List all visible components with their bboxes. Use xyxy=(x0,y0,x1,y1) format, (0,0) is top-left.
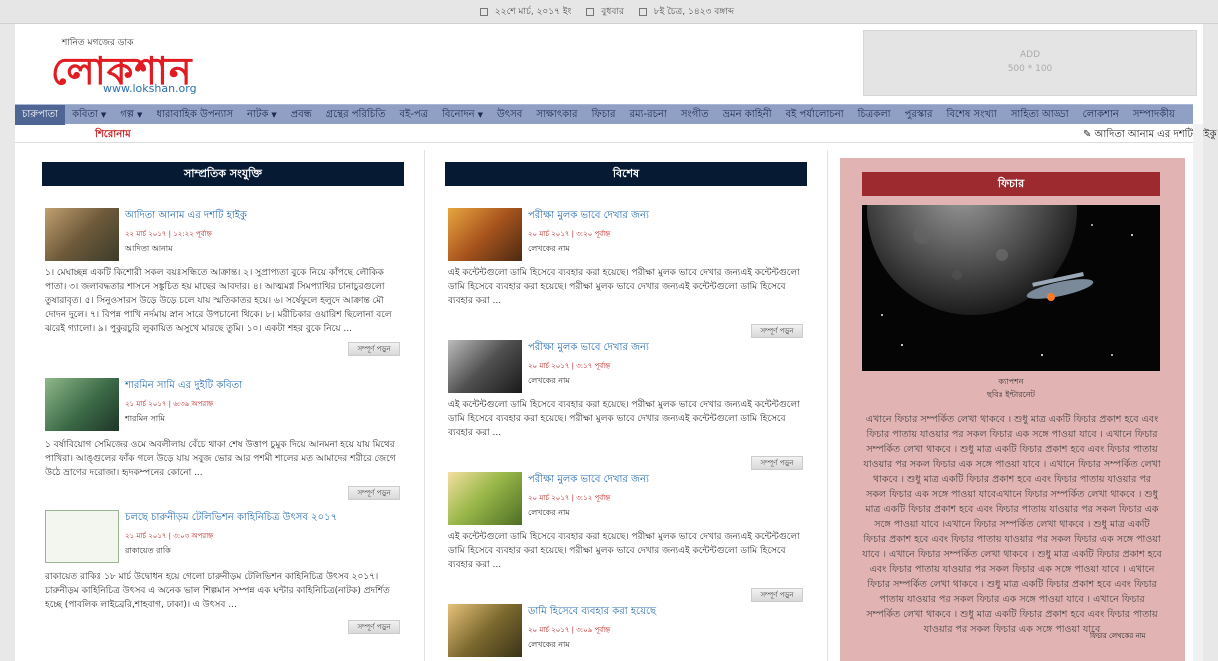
feature-body: এখানে ফিচার সম্পর্কিত লেখা থাকবে । শুধু … xyxy=(862,414,1162,635)
article-author: লেখকের নাম xyxy=(528,244,570,253)
feature-image[interactable] xyxy=(862,205,1160,371)
space-illustration xyxy=(862,205,1160,371)
article-thumbnail[interactable] xyxy=(448,604,522,657)
article-thumbnail[interactable] xyxy=(45,378,119,431)
nav-item[interactable]: গ্রন্থের পরিচিতি xyxy=(319,105,393,125)
article-date: ২১ মার্চ ২০১৭ | ৩:০৩ অপরাহ্ন xyxy=(125,532,214,540)
read-more-button[interactable]: সম্পূর্ণ পড়ুন xyxy=(348,342,400,356)
calendar-icon xyxy=(479,7,488,16)
recent-heading: সাম্প্রতিক সংযুক্তি xyxy=(42,162,404,186)
article-title[interactable]: শারমিন সামি এর দুইটি কবিতা xyxy=(125,378,242,395)
article-title[interactable]: ডামি হিসেবে ব্যবহার করা হয়েছে xyxy=(528,604,656,621)
nav-item[interactable]: সাক্ষাৎকার xyxy=(529,105,584,125)
column-divider xyxy=(424,150,425,661)
read-more-button[interactable]: সম্পূর্ণ পড়ুন xyxy=(751,456,803,470)
article-author: আদিতা আনাম xyxy=(125,244,173,253)
article-thumbnail[interactable] xyxy=(45,208,119,261)
nav-item[interactable]: ধারাবাহিক উপন্যাস xyxy=(149,105,240,125)
article-excerpt: এই কন্টেন্টগুলো ডামি হিসেবে ব্যবহার করা … xyxy=(448,532,800,570)
nav-item[interactable]: রম্য-রচনা xyxy=(623,105,674,125)
nav-item[interactable]: কবিতা ▼ xyxy=(65,105,113,125)
caret-down-icon: ▼ xyxy=(271,110,277,119)
main-nav: চারুপাতা কবিতা ▼ গল্প ▼ ধারাবাহিক উপন্যাস … xyxy=(15,104,1193,125)
article-author: লেখকের নাম xyxy=(528,376,570,385)
ticker-heading: শিরোনাম xyxy=(95,129,131,140)
nav-item[interactable]: চিত্রকলা xyxy=(851,105,898,125)
nav-item[interactable]: উৎসব xyxy=(490,105,529,125)
nav-item[interactable]: বই-পত্র xyxy=(393,105,436,125)
calendar-icon xyxy=(586,7,595,16)
article-thumbnail[interactable] xyxy=(448,472,522,525)
article-author: লেখকের নাম xyxy=(528,508,570,517)
article-title[interactable]: পরীক্ষা মুলক ভাবে দেখার জন্য xyxy=(528,472,649,489)
nav-item[interactable]: ভ্রমন কাহিনী xyxy=(716,105,779,125)
article-title[interactable]: পরীক্ষা মুলক ভাবে দেখার জন্য xyxy=(528,208,649,225)
article-excerpt: এই কন্টেন্টগুলো ডামি হিসেবে ব্যবহার করা … xyxy=(448,268,800,306)
read-more-button[interactable]: সম্পূর্ণ পড়ুন xyxy=(751,588,803,602)
scrollbar[interactable] xyxy=(1193,124,1203,661)
nav-item[interactable]: চারুপাতা xyxy=(15,104,66,125)
read-more-button[interactable]: সম্পূর্ণ পড়ুন xyxy=(348,620,400,634)
nav-item[interactable]: বিশেষ সংখ্যা xyxy=(939,105,1003,125)
article-excerpt: এই কন্টেন্টগুলো ডামি হিসেবে ব্যবহার করা … xyxy=(448,400,800,438)
calendar-icon xyxy=(638,7,647,16)
nav-item[interactable]: পুরস্কার xyxy=(898,105,940,125)
column-divider xyxy=(827,150,828,661)
nav-item[interactable]: সম্পাদকীয় xyxy=(1126,105,1182,125)
nav-item[interactable]: গল্প ▼ xyxy=(113,105,149,125)
article-author: রাকায়েত রাকি xyxy=(125,546,171,555)
article-title[interactable]: পরীক্ষা মুলক ভাবে দেখার জন্য xyxy=(528,340,649,357)
article-date: ২০ মার্চ ২০১৭ | ৩:১২ পূর্বাহ্ন xyxy=(528,494,611,502)
site-logo[interactable]: লোকশান xyxy=(51,42,193,106)
article-date: ২১ মার্চ ২০১৭ | ৬:৩৯ অপরাহ্ন xyxy=(125,400,214,408)
article-excerpt: ১ বর্ষাবিয়োগ সেমিজের ওমে অবলীলায় বেঁচে… xyxy=(45,440,396,478)
feature-author: ফিচার লেখকের নাম xyxy=(1090,632,1146,640)
article-author: লেখকের নাম xyxy=(528,640,570,649)
article-thumbnail[interactable] xyxy=(45,510,119,563)
feature-photo-credit: ছবিঃ ইন্টারনেট xyxy=(987,390,1035,399)
read-more-button[interactable]: সম্পূর্ণ পড়ুন xyxy=(751,324,803,338)
headline-ticker: শিরোনাম ✎ আদিতা আনাম এর দশটি হাইকু xyxy=(15,125,1216,143)
article-date: ২০ মার্চ ২০১৭ | ৩:২০ পূর্বাহ্ন xyxy=(528,230,611,238)
article-title[interactable]: আদিতা আনাম এর দশটি হাইকু xyxy=(125,208,247,225)
article-excerpt: রাকায়েত রাকিঃ ১৮ মার্চ উদ্বোধন হয়ে গেল… xyxy=(45,572,390,610)
article-date: ২০ মার্চ ২০১৭ | ৩:১৭ পূর্বাহ্ন xyxy=(528,362,611,370)
nav-item[interactable]: প্রবন্ধ xyxy=(284,105,319,125)
feature-panel: ফিচার ক্যাপশন ছবিঃ ইন্টারনেট এখানে ফিচার… xyxy=(840,158,1185,661)
weekday: বুধবার xyxy=(601,7,624,17)
gregorian-date: ২২শে মার্চ, ২০১৭ ইং xyxy=(494,7,572,17)
caret-down-icon: ▼ xyxy=(477,110,483,119)
caret-down-icon: ▼ xyxy=(100,110,107,119)
special-heading: বিশেষ xyxy=(445,162,807,186)
caret-down-icon: ▼ xyxy=(136,110,143,119)
article-thumbnail[interactable] xyxy=(448,208,522,261)
feature-caption: ক্যাপশন xyxy=(998,377,1024,386)
ad-banner[interactable]: ADD 500 * 100 xyxy=(863,30,1197,96)
article-date: ২০ মার্চ ২০১৭ | ৩:০৯ পূর্বাহ্ন xyxy=(528,626,611,634)
nav-item[interactable]: বিনোদন ▼ xyxy=(435,105,490,125)
recent-column: সাম্প্রতিক সংযুক্তি আদিতা আনাম এর দশটি হ… xyxy=(42,150,404,661)
feature-heading: ফিচার xyxy=(862,172,1160,196)
article-title[interactable]: চলছে চারুনীড়ম টেলিভিশন কাহিনিচিত্র উৎসব… xyxy=(125,510,337,527)
article-author: শারমিন সামি xyxy=(125,414,165,423)
nav-item[interactable]: বই পর্যালোচনা xyxy=(779,105,851,125)
article-thumbnail[interactable] xyxy=(448,340,522,393)
ad-size: 500 * 100 xyxy=(1007,64,1053,74)
bengali-date: ৮ই চৈত্র, ১৪২৩ বঙ্গাব্দ xyxy=(653,7,735,17)
site-url[interactable]: www.lokshan.org xyxy=(103,82,197,95)
nav-item[interactable]: নাটক ▼ xyxy=(240,105,284,125)
page: শানিত মগজের ডাক লোকশান www.lokshan.org A… xyxy=(15,24,1216,661)
nav-item[interactable]: ফিচার xyxy=(585,105,623,125)
nav-item[interactable]: লোকশান xyxy=(1076,105,1126,125)
special-column: বিশেষ পরীক্ষা মুলক ভাবে দেখার জন্য ২০ মা… xyxy=(445,150,807,661)
article-excerpt: ১। মেঘাচ্ছন্ন একটি কিশোরী সকল বয়ঃসন্ধিত… xyxy=(45,268,392,334)
article-date: ২২ মার্চ ২০১৭ | ১২:২২ পূর্বাহ্ন xyxy=(125,230,212,238)
date-bar: ২২শে মার্চ, ২০১৭ ইং বুধবার ৮ই চৈত্র, ১৪২… xyxy=(0,0,1218,24)
nav-item[interactable]: সংগীত xyxy=(674,105,716,125)
nav-item[interactable]: সাহিত্য আড্ডা xyxy=(1004,105,1076,125)
read-more-button[interactable]: সম্পূর্ণ পড়ুন xyxy=(348,486,400,500)
ad-label: ADD xyxy=(1019,50,1041,60)
